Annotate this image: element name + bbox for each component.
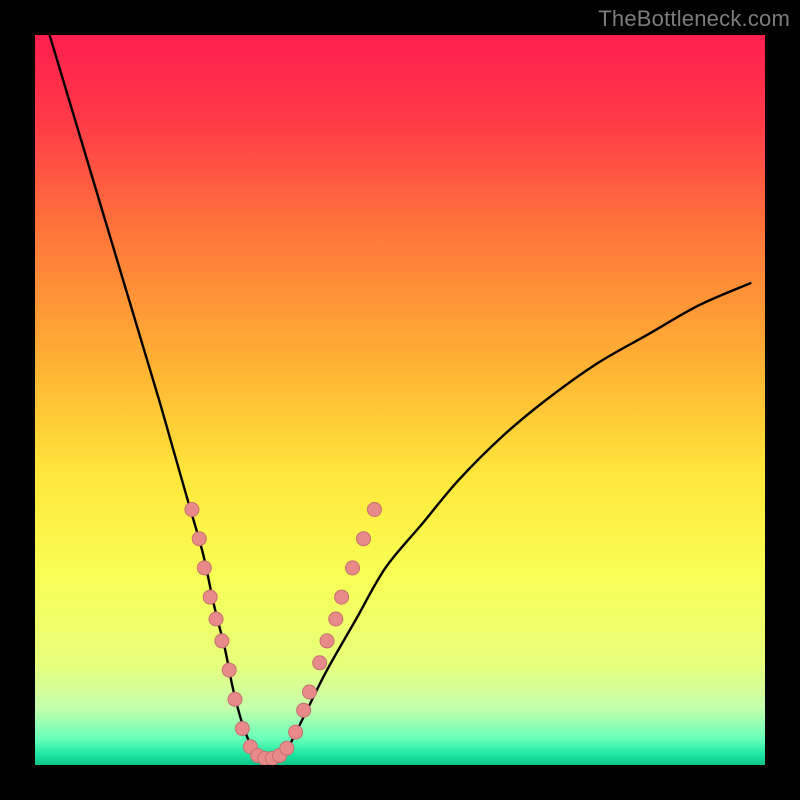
sample-dot bbox=[228, 692, 242, 706]
watermark-text: TheBottleneck.com bbox=[598, 6, 790, 32]
sample-dot bbox=[297, 703, 311, 717]
plot-area bbox=[35, 35, 765, 765]
sample-dot bbox=[302, 685, 316, 699]
sample-dot bbox=[215, 634, 229, 648]
curve-layer bbox=[35, 35, 765, 765]
sample-dot bbox=[280, 741, 294, 755]
sample-dot bbox=[357, 532, 371, 546]
sample-dot bbox=[197, 561, 211, 575]
sample-dot bbox=[209, 612, 223, 626]
sample-dot bbox=[329, 612, 343, 626]
sample-dot bbox=[185, 503, 199, 517]
sample-dot bbox=[222, 663, 236, 677]
sample-dot bbox=[346, 561, 360, 575]
sample-dot bbox=[335, 590, 349, 604]
chart-frame: TheBottleneck.com bbox=[0, 0, 800, 800]
sample-dot bbox=[203, 590, 217, 604]
sample-dot bbox=[192, 532, 206, 546]
sample-dot bbox=[367, 503, 381, 517]
bottleneck-curve bbox=[50, 35, 751, 761]
curve-sample-dots bbox=[185, 503, 382, 766]
sample-dot bbox=[235, 722, 249, 736]
sample-dot bbox=[313, 656, 327, 670]
sample-dot bbox=[320, 634, 334, 648]
sample-dot bbox=[289, 725, 303, 739]
